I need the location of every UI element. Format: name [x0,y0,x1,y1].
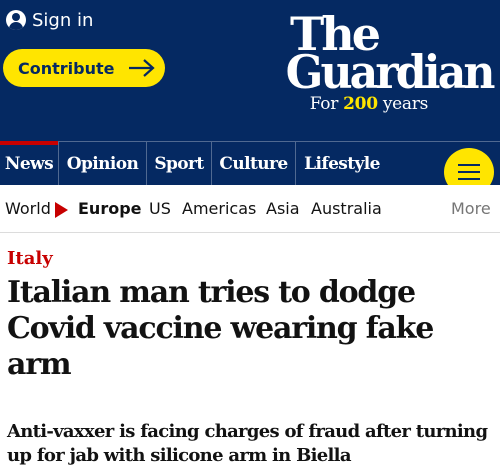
pillar-sport[interactable]: Sport [147,142,212,185]
pillar-opinion[interactable]: Opinion [59,142,147,185]
article-standfirst: Anti-vaxxer is facing charges of fraud a… [7,421,488,466]
article-headline: Italian man tries to dodge Covid vaccine… [7,275,434,382]
tagline-number: 200 [343,94,378,114]
guardian-logo[interactable]: The Guardian For 200 years [243,10,496,116]
contribute-button[interactable]: Contribute [3,49,165,87]
breadcrumb-arrow-icon [55,202,68,218]
arrow-right-icon [128,59,155,77]
pillar-news[interactable]: News [0,141,59,185]
pillar-lifestyle[interactable]: Lifestyle [296,142,388,185]
logo-anniversary-tagline: For 200 years [309,94,429,114]
pillar-opinion-label: Opinion [66,153,139,174]
user-icon [6,10,26,30]
contribute-label: Contribute [18,58,115,78]
subnav-americas[interactable]: Americas [182,199,256,218]
pillar-news-label: News [4,153,54,174]
tagline-prefix: For [309,94,344,114]
section-kicker[interactable]: Italy [7,248,53,269]
subnav-world[interactable]: World [5,199,51,218]
pillar-nav: News Opinion Sport Culture Lifestyle [0,141,500,185]
masthead: Sign in Contribute The Guardian For 200 … [0,0,500,141]
section-subnav: World Europe US Americas Asia Australia … [0,185,500,233]
subnav-europe[interactable]: Europe [78,199,142,218]
subnav-asia[interactable]: Asia [266,199,300,218]
sign-in-link[interactable]: Sign in [6,7,93,33]
pillar-sport-label: Sport [154,153,204,174]
sign-in-label: Sign in [32,9,94,31]
pillar-lifestyle-label: Lifestyle [304,153,380,174]
logo-guardian: Guardian [285,45,496,99]
subnav-us[interactable]: US [149,199,171,218]
pillar-culture-label: Culture [219,153,288,174]
tagline-suffix: years [377,94,428,114]
subnav-more[interactable]: More [451,199,491,218]
pillar-culture[interactable]: Culture [212,142,296,185]
subnav-australia[interactable]: Australia [311,199,382,218]
